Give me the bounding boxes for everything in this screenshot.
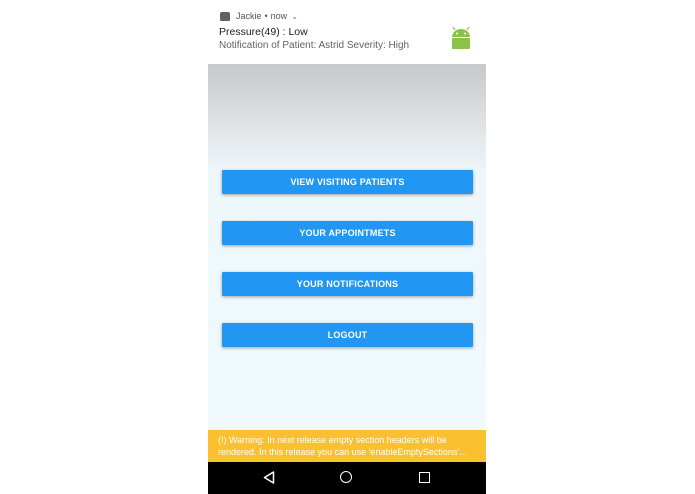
notification-app-name: Jackie — [236, 11, 262, 21]
navigation-bar — [208, 462, 486, 494]
notification-card[interactable]: Jackie • now ⌄ Pressure(49) : Low Notifi… — [208, 0, 486, 64]
warning-text: (!) Warning: In next release empty secti… — [218, 435, 467, 457]
notification-body: Notification of Patient: Astrid Severity… — [219, 40, 410, 51]
your-appointments-button[interactable]: YOUR APPOINTMETS — [222, 221, 473, 245]
app-small-icon — [220, 11, 230, 21]
home-circle-icon[interactable] — [340, 471, 352, 483]
chevron-down-icon[interactable]: ⌄ — [291, 12, 298, 21]
back-triangle-icon[interactable] — [263, 471, 275, 484]
notification-time: now — [270, 11, 288, 21]
warning-banner[interactable]: (!) Warning: In next release empty secti… — [208, 430, 486, 462]
main-screen: VIEW VISITING PATIENTS YOUR APPOINTMETS … — [208, 64, 486, 430]
recent-square-icon[interactable] — [419, 472, 430, 483]
notification-title: Pressure(49) : Low — [219, 26, 308, 38]
view-visiting-patients-button[interactable]: VIEW VISITING PATIENTS — [222, 170, 473, 194]
your-notifications-button[interactable]: YOUR NOTIFICATIONS — [222, 272, 473, 296]
android-icon — [452, 26, 470, 49]
logout-button[interactable]: LOGOUT — [222, 323, 473, 347]
notification-header: Jackie • now ⌄ — [220, 9, 298, 23]
separator-dot: • — [264, 11, 268, 21]
